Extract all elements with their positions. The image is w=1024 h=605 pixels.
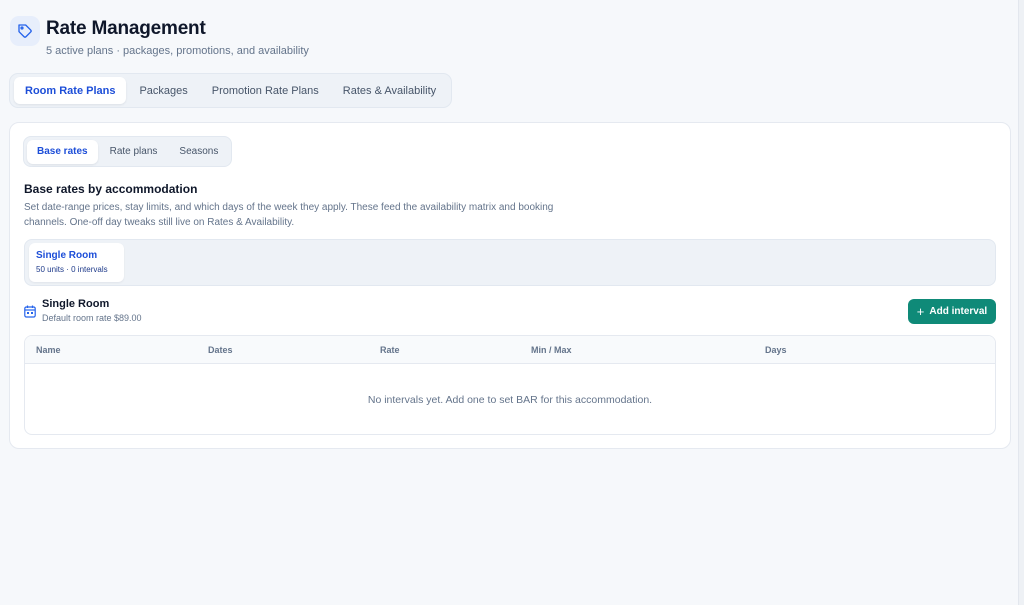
window-edge (1018, 0, 1024, 605)
column-header-name[interactable]: Name (36, 336, 61, 364)
base-rates-card: Base rates Rate plans Seasons Base rates… (9, 122, 1011, 449)
selected-room-info: Single Room Default room rate $89.00 (24, 298, 142, 323)
tab-rates-availability[interactable]: Rates & Availability (332, 77, 447, 104)
tag-icon (10, 16, 40, 46)
subtab-rate-plans[interactable]: Rate plans (100, 140, 168, 164)
column-header-min-max[interactable]: Min / Max (531, 336, 572, 364)
table-header: Name Dates Rate Min / Max Days (25, 336, 995, 364)
selected-room-name: Single Room (42, 298, 110, 310)
page-title: Rate Management (46, 18, 206, 39)
sub-tabs: Base rates Rate plans Seasons (23, 136, 233, 167)
empty-state-message: No intervals yet. Add one to set BAR for… (367, 393, 653, 406)
accommodation-selector: Single Room 50 units · 0 intervals (24, 239, 996, 286)
section-description: Set date-range prices, stay limits, and … (24, 202, 554, 228)
accommodation-chip-meta: 50 units · 0 intervals (36, 265, 108, 274)
page-header: Rate Management 5 active plans · package… (10, 14, 309, 57)
tab-promotion-rate-plans[interactable]: Promotion Rate Plans (201, 77, 330, 104)
column-header-dates[interactable]: Dates (208, 336, 233, 364)
plus-icon: + (916, 304, 925, 319)
subtab-seasons[interactable]: Seasons (169, 140, 228, 164)
default-room-rate: Default room rate $89.00 (42, 313, 142, 323)
column-header-rate[interactable]: Rate (380, 336, 400, 364)
add-interval-label: Add interval (929, 306, 988, 317)
accommodation-chip-name: Single Room (36, 250, 98, 261)
main-tabs: Room Rate Plans Packages Promotion Rate … (9, 73, 453, 108)
column-header-days[interactable]: Days (765, 336, 787, 364)
section-title: Base rates by accommodation (24, 182, 198, 196)
tab-packages[interactable]: Packages (128, 77, 198, 104)
accommodation-chip-single-room[interactable]: Single Room 50 units · 0 intervals (29, 243, 124, 282)
tab-room-rate-plans[interactable]: Room Rate Plans (14, 77, 127, 104)
calendar-icon (24, 305, 36, 319)
page-subtitle: 5 active plans · packages, promotions, a… (46, 45, 309, 57)
add-interval-button[interactable]: + Add interval (908, 299, 996, 324)
subtab-base-rates[interactable]: Base rates (27, 139, 98, 164)
intervals-table: Name Dates Rate Min / Max Days No interv… (24, 335, 996, 435)
